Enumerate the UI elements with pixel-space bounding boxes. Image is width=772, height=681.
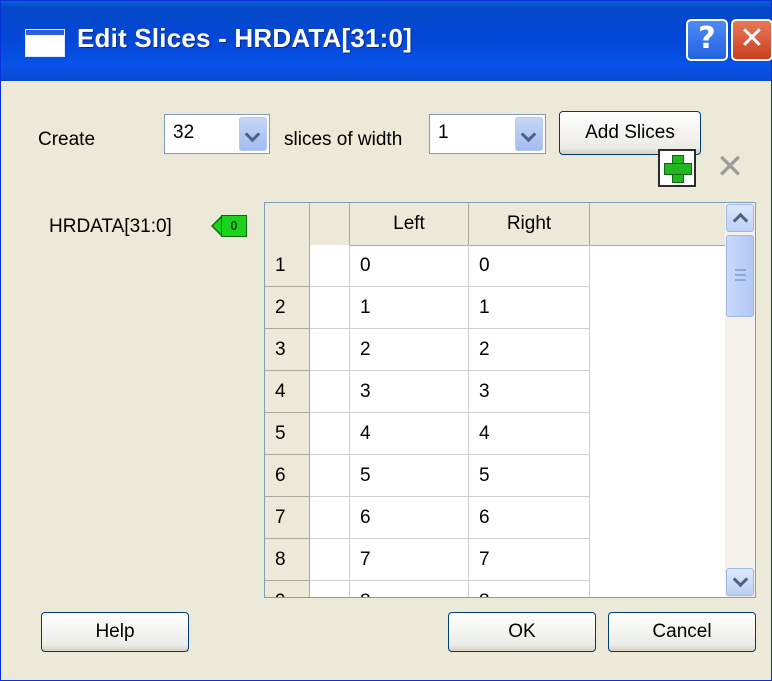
right-cell[interactable]: 0 (469, 245, 590, 287)
left-cell[interactable]: 4 (350, 413, 469, 455)
close-icon: ✕ (739, 21, 765, 56)
table-row[interactable]: 766 (265, 497, 725, 539)
row-number-cell: 1 (265, 245, 310, 287)
row-blank-cell[interactable] (310, 371, 350, 413)
right-cell[interactable]: 6 (469, 497, 590, 539)
table-row[interactable]: 322 (265, 329, 725, 371)
right-cell[interactable]: 3 (469, 371, 590, 413)
add-row-button[interactable] (658, 149, 696, 187)
help-button[interactable]: Help (41, 612, 189, 652)
chevron-down-icon[interactable] (515, 117, 543, 151)
right-cell[interactable]: 1 (469, 287, 590, 329)
row-number-cell: 2 (265, 287, 310, 329)
left-cell[interactable]: 5 (350, 455, 469, 497)
left-cell[interactable]: 3 (350, 371, 469, 413)
row-blank-cell[interactable] (310, 413, 350, 455)
slices-grid[interactable]: Left Right 100211322433544655766877988 (264, 202, 756, 598)
question-icon: ? (698, 21, 716, 56)
row-number-cell: 9 (265, 581, 310, 597)
remove-row-button[interactable]: ✕ (711, 149, 749, 187)
chevron-down-icon[interactable] (239, 117, 267, 151)
left-cell[interactable]: 0 (350, 245, 469, 287)
table-row[interactable]: 877 (265, 539, 725, 581)
slices-of-width-label: slices of width (284, 129, 403, 150)
create-label: Create (38, 129, 96, 150)
right-cell[interactable]: 4 (469, 413, 590, 455)
help-title-button[interactable]: ? (686, 19, 728, 61)
row-blank-cell[interactable] (310, 245, 350, 287)
scroll-thumb[interactable] (726, 235, 754, 317)
slice-width-combobox[interactable]: 1 (429, 114, 546, 154)
header-right[interactable]: Right (469, 203, 590, 245)
ok-button[interactable]: OK (448, 612, 596, 652)
row-number-cell: 6 (265, 455, 310, 497)
row-blank-cell[interactable] (310, 455, 350, 497)
signal-tag-icon: 0 (211, 213, 249, 239)
grid-header: Left Right (265, 203, 725, 246)
window-title: Edit Slices - HRDATA[31:0] (77, 23, 413, 53)
row-number-cell: 8 (265, 539, 310, 581)
row-number-cell: 3 (265, 329, 310, 371)
table-row[interactable]: 544 (265, 413, 725, 455)
cancel-button[interactable]: Cancel (608, 612, 756, 652)
row-blank-cell[interactable] (310, 497, 350, 539)
table-row[interactable]: 433 (265, 371, 725, 413)
header-row-number (265, 203, 310, 245)
signal-name: HRDATA[31:0] (49, 216, 172, 237)
row-number-cell: 5 (265, 413, 310, 455)
left-cell[interactable]: 2 (350, 329, 469, 371)
table-row[interactable]: 100 (265, 245, 725, 287)
slice-count-value: 32 (173, 122, 195, 143)
window-icon (25, 29, 65, 57)
scroll-up-icon[interactable] (726, 204, 754, 232)
left-cell[interactable]: 1 (350, 287, 469, 329)
row-number-cell: 7 (265, 497, 310, 539)
right-cell[interactable]: 7 (469, 539, 590, 581)
row-number-cell: 4 (265, 371, 310, 413)
header-blank (310, 203, 350, 245)
table-row[interactable]: 655 (265, 455, 725, 497)
slice-count-combobox[interactable]: 32 (164, 114, 270, 154)
signal-tag-value: 0 (221, 215, 247, 237)
close-button[interactable]: ✕ (731, 19, 772, 61)
title-bar: Edit Slices - HRDATA[31:0] ? ✕ (1, 1, 772, 81)
scroll-down-icon[interactable] (726, 568, 754, 596)
row-blank-cell[interactable] (310, 581, 350, 597)
table-row[interactable]: 9 88 (265, 581, 725, 597)
header-left[interactable]: Left (350, 203, 469, 245)
table-row[interactable]: 211 (265, 287, 725, 329)
vertical-scrollbar[interactable] (725, 203, 755, 597)
row-blank-cell[interactable] (310, 539, 350, 581)
left-cell[interactable]: 7 (350, 539, 469, 581)
right-cell[interactable]: 8 (469, 581, 590, 597)
right-cell[interactable]: 2 (469, 329, 590, 371)
delete-icon: ✕ (715, 147, 745, 187)
left-cell[interactable]: 8 (350, 581, 469, 597)
slice-width-value: 1 (438, 122, 449, 143)
row-blank-cell[interactable] (310, 287, 350, 329)
row-blank-cell[interactable] (310, 329, 350, 371)
left-cell[interactable]: 6 (350, 497, 469, 539)
right-cell[interactable]: 5 (469, 455, 590, 497)
edit-slices-dialog: Edit Slices - HRDATA[31:0] ? ✕ Create 32… (0, 0, 772, 681)
